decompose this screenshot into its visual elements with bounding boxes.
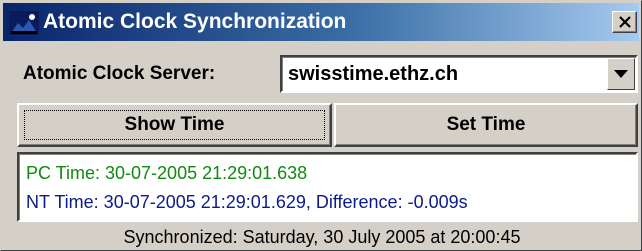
sync-status: Synchronized: Saturday, 30 July 2005 at …	[123, 227, 521, 247]
pc-time-line: PC Time: 30-07-2005 21:29:01.638	[26, 163, 308, 183]
close-button[interactable]	[612, 11, 637, 33]
server-select[interactable]: swisstime.ethz.ch	[280, 55, 638, 93]
clock-app-icon	[9, 11, 39, 35]
server-select-value[interactable]: swisstime.ethz.ch	[288, 59, 458, 89]
chevron-down-icon	[614, 69, 628, 78]
close-icon	[618, 16, 631, 28]
time-output-box: PC Time: 30-07-2005 21:29:01.638 NT Time…	[17, 152, 638, 222]
nt-time-line: NT Time: 30-07-2005 21:29:01.629, Differ…	[26, 192, 468, 212]
set-time-button[interactable]: Set Time	[334, 103, 638, 147]
show-time-button[interactable]: Show Time	[17, 103, 332, 147]
title-bar[interactable]: Atomic Clock Synchronization	[3, 3, 639, 41]
window-title: Atomic Clock Synchronization	[43, 10, 347, 33]
app-window: Atomic Clock Synchronization Atomic Cloc…	[0, 0, 642, 251]
server-label: Atomic Clock Server:	[23, 63, 216, 84]
dropdown-button[interactable]	[607, 58, 635, 90]
